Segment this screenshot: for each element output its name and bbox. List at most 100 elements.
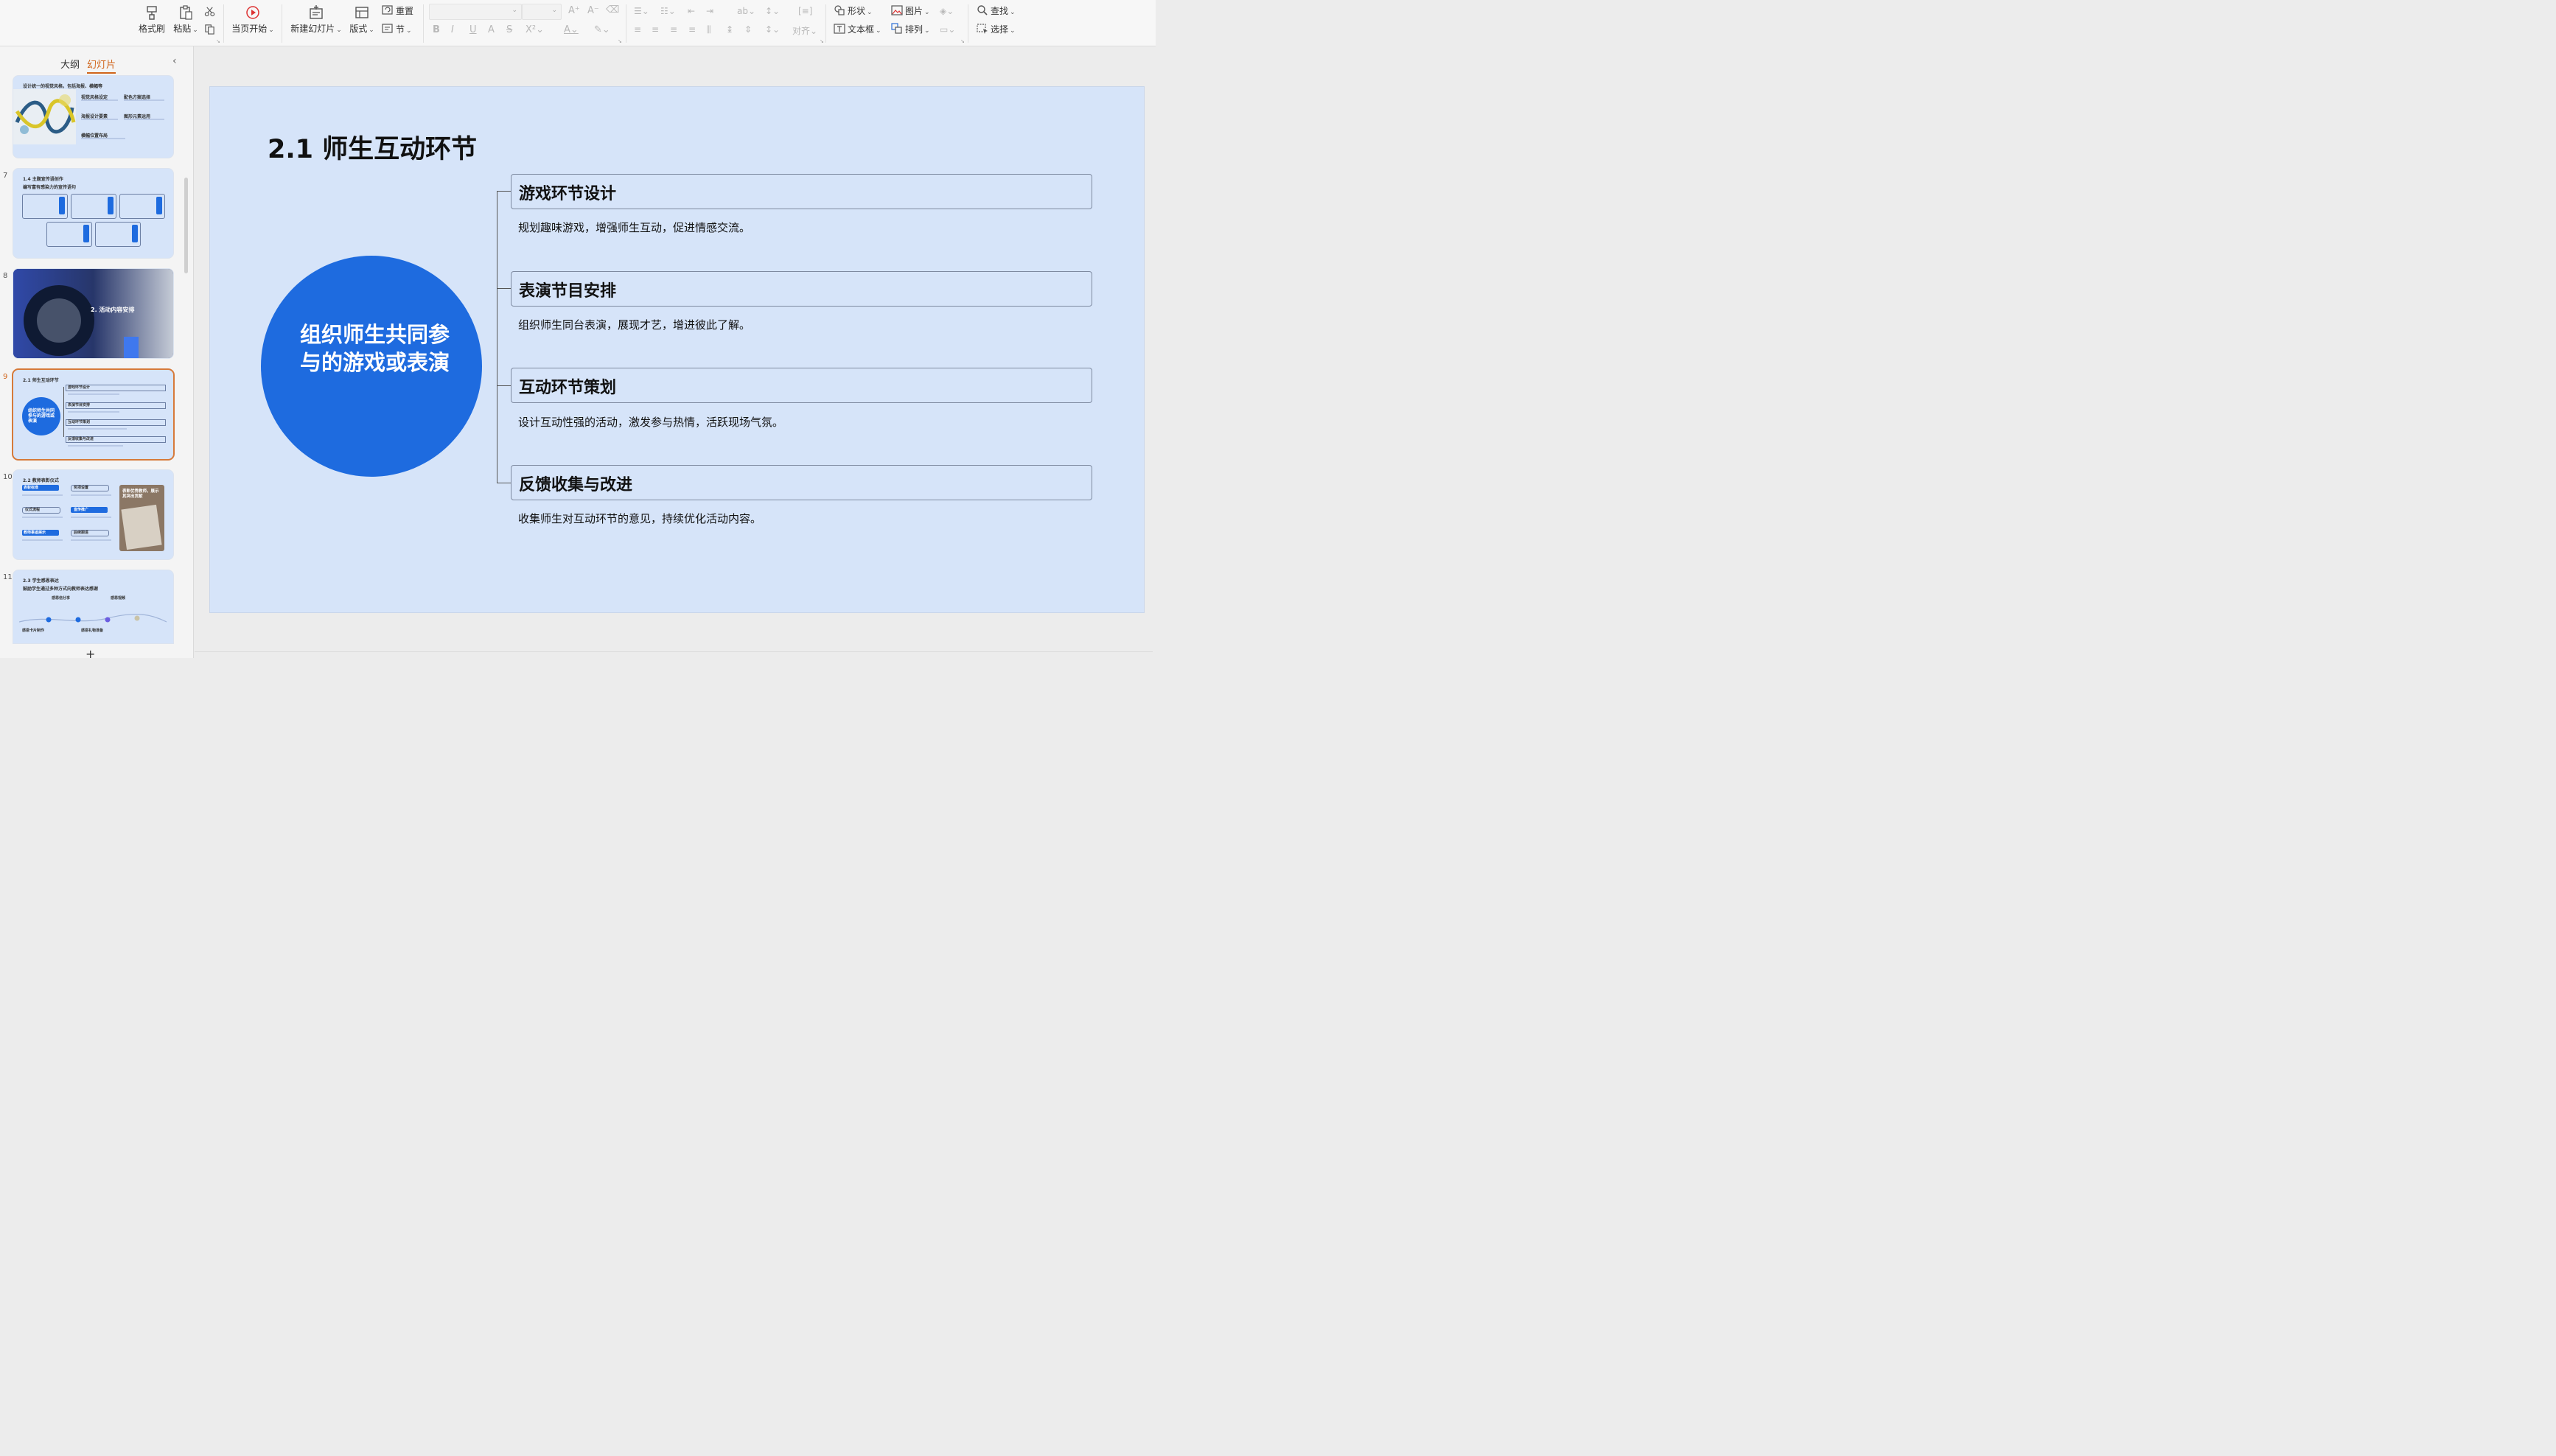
find-label: 查找 xyxy=(991,6,1009,16)
align-right-icon[interactable]: ≡ xyxy=(670,24,677,35)
item-description[interactable]: 组织师生同台表演，展现才艺，增进彼此了解。 xyxy=(518,317,750,332)
thumb-text-line xyxy=(81,119,118,120)
chevron-down-icon: ⌄ xyxy=(511,7,517,14)
underline-icon[interactable]: U xyxy=(469,24,477,35)
font-color-icon[interactable]: A⌄ xyxy=(564,24,579,35)
item-description[interactable]: 收集师生对互动环节的意见，持续优化活动内容。 xyxy=(518,511,761,526)
format-painter-button[interactable]: 格式刷 xyxy=(137,1,167,35)
item-title-box[interactable]: 游戏环节设计 xyxy=(511,174,1092,209)
shape-icon xyxy=(834,5,845,15)
thumb-trunk xyxy=(63,387,64,437)
tab-slides[interactable]: 幻灯片 xyxy=(87,57,116,74)
numbering-icon[interactable]: ☷⌄ xyxy=(660,6,676,16)
thumb-text-line xyxy=(71,539,111,541)
superscript-icon[interactable]: X²⌄ xyxy=(525,24,544,35)
slide-title[interactable]: 2.1 师生互动环节 xyxy=(268,128,477,166)
increase-indent-icon[interactable]: ⇥ xyxy=(706,6,713,16)
textbox-icon xyxy=(834,24,845,34)
font-dialog-launcher[interactable]: ↘ xyxy=(618,38,622,44)
select-label: 选择 xyxy=(991,24,1009,35)
thumb-label: 宣传推广 xyxy=(74,508,89,512)
slide-thumbnail-11[interactable]: 2.3 学生感恩表达 鼓励学生通过多种方式向教师表达感谢 感恩信分享 感恩视频 … xyxy=(13,570,173,643)
chevron-down-icon: ⌄ xyxy=(924,9,930,16)
item-title-box[interactable]: 互动环节策划 xyxy=(511,368,1092,403)
thumb-accent xyxy=(132,225,138,242)
clear-format-icon[interactable]: ⌫ xyxy=(606,4,619,15)
format-painter-icon xyxy=(147,6,157,20)
shape-button[interactable]: 形状 ⌄ xyxy=(834,4,873,18)
chevron-down-icon: ⌄ xyxy=(551,7,557,14)
decrease-indent-icon[interactable]: ⇤ xyxy=(688,6,695,16)
align-center-icon[interactable]: ≡ xyxy=(652,24,659,35)
select-button[interactable]: 选择 ⌄ xyxy=(977,23,1016,36)
slide-thumbnail-9[interactable]: 2.1 师生互动环节 组织师生共同参与的游戏或表演 游戏环节设计 表演节目安排 … xyxy=(13,370,173,459)
separator xyxy=(825,4,826,43)
textbox-button[interactable]: 文本框 ⌄ xyxy=(834,23,881,36)
item-description[interactable]: 规划趣味游戏，增强师生互动，促进情感交流。 xyxy=(518,220,750,235)
drawing-dialog-launcher[interactable]: ↘ xyxy=(960,38,965,44)
copy-icon[interactable] xyxy=(204,24,215,35)
font-grow-icon[interactable]: A⁺ xyxy=(568,5,580,16)
clipboard-dialog-launcher[interactable]: ↘ xyxy=(216,38,220,44)
align-text-label: 对齐 xyxy=(792,26,811,36)
distribute-icon[interactable]: ⫼ xyxy=(707,24,711,35)
paragraph-spacing-icon[interactable]: ⇕ xyxy=(744,24,752,35)
thumb-text-line xyxy=(124,119,164,120)
justify-icon[interactable]: ≡ xyxy=(688,24,696,35)
vertical-align-icon[interactable]: ↕⌄ xyxy=(765,24,780,35)
editor-bottom-edge xyxy=(195,651,1153,652)
font-shrink-icon[interactable]: A⁻ xyxy=(587,5,599,16)
thumb-text-line xyxy=(68,445,123,447)
italic-icon[interactable]: I xyxy=(451,24,454,35)
new-slide-icon xyxy=(310,5,323,19)
collapse-panel-icon[interactable]: ‹ xyxy=(172,55,177,67)
bold-icon[interactable]: B xyxy=(433,24,440,35)
central-circle[interactable]: 组织师生共同参与的游戏或表演 xyxy=(261,256,482,477)
chevron-down-icon: ⌄ xyxy=(1010,27,1016,35)
line-spacing-icon[interactable]: ↨ xyxy=(726,24,733,35)
new-slide-button[interactable]: 新建幻灯片 ⌄ xyxy=(290,1,343,35)
slide-canvas[interactable]: 2.1 师生互动环节 组织师生共同参与的游戏或表演 游戏环节设计 规划趣味游戏，… xyxy=(210,87,1144,612)
scissors-icon[interactable] xyxy=(204,6,215,17)
picture-button[interactable]: 图片 ⌄ xyxy=(891,4,930,18)
slide-thumbnail-8[interactable]: 2. 活动内容安排 xyxy=(13,269,173,358)
outline-color-icon[interactable]: ▭⌄ xyxy=(940,24,955,35)
item-title-box[interactable]: 表演节目安排 xyxy=(511,271,1092,307)
slide-number: 8 xyxy=(3,272,8,280)
find-button[interactable]: 查找 ⌄ xyxy=(977,4,1016,18)
add-slide-button[interactable]: + xyxy=(85,647,95,658)
slide-thumbnail-6[interactable]: 设计统一的视觉风格，包括海报、横幅等 视觉风格设定 配色方案选择 海报设计要素 … xyxy=(13,76,173,158)
sort-icon[interactable]: ↕⌄ xyxy=(765,6,780,16)
thumb-item: 互动环节策划 xyxy=(68,420,91,424)
text-direction-icon[interactable]: ab⌄ xyxy=(737,6,755,16)
highlight-icon[interactable]: ✎⌄ xyxy=(594,24,610,35)
shadow-icon[interactable]: A xyxy=(488,24,495,35)
thumb-image xyxy=(13,89,76,144)
item-description[interactable]: 设计互动性强的活动，激发参与热情，活跃现场气氛。 xyxy=(518,414,783,430)
new-slide-text: 新建幻灯片 xyxy=(290,24,335,34)
fill-color-icon[interactable]: ◈⌄ xyxy=(940,6,954,16)
font-size-select[interactable]: ⌄ xyxy=(522,4,562,20)
layout-label: 版式 ⌄ xyxy=(348,22,376,35)
play-from-current-button[interactable]: 当页开始 ⌄ xyxy=(231,1,275,35)
slide-thumbnail-7[interactable]: 1.4 主题宣传语创作 编写富有感染力的宣传语句 xyxy=(13,169,173,258)
section-button[interactable]: 节 ⌄ xyxy=(382,23,412,36)
panel-scrollbar[interactable] xyxy=(184,178,188,273)
columns-icon[interactable]: [≡] xyxy=(798,6,812,16)
font-family-select[interactable]: ⌄ xyxy=(429,4,522,20)
reset-button[interactable]: 重置 xyxy=(382,4,413,18)
bullets-icon[interactable]: ☰⌄ xyxy=(634,6,649,16)
paragraph-dialog-launcher[interactable]: ↘ xyxy=(820,38,824,44)
paste-button[interactable]: 粘贴 ⌄ xyxy=(171,1,200,35)
item-title-box[interactable]: 反馈收集与改进 xyxy=(511,465,1092,500)
align-text-button[interactable]: 对齐⌄ xyxy=(792,24,817,37)
align-left-icon[interactable]: ≡ xyxy=(634,24,641,35)
strikethrough-icon[interactable]: S xyxy=(506,24,512,35)
tab-outline[interactable]: 大纲 xyxy=(60,57,80,71)
thumb-title: 1.4 主题宣传语创作 xyxy=(23,177,63,182)
arrange-button[interactable]: 排列 ⌄ xyxy=(891,23,930,36)
layout-button[interactable]: 版式 ⌄ xyxy=(348,1,376,35)
slide-thumbnail-10[interactable]: 2.2 教师表彰仪式 表彰标准 奖项设置 仪式流程 宣传推广 教师事迹展示 后续… xyxy=(13,470,173,559)
thumb-title: 2. 活动内容安排 xyxy=(91,307,135,313)
arrange-label: 排列 xyxy=(905,24,923,35)
